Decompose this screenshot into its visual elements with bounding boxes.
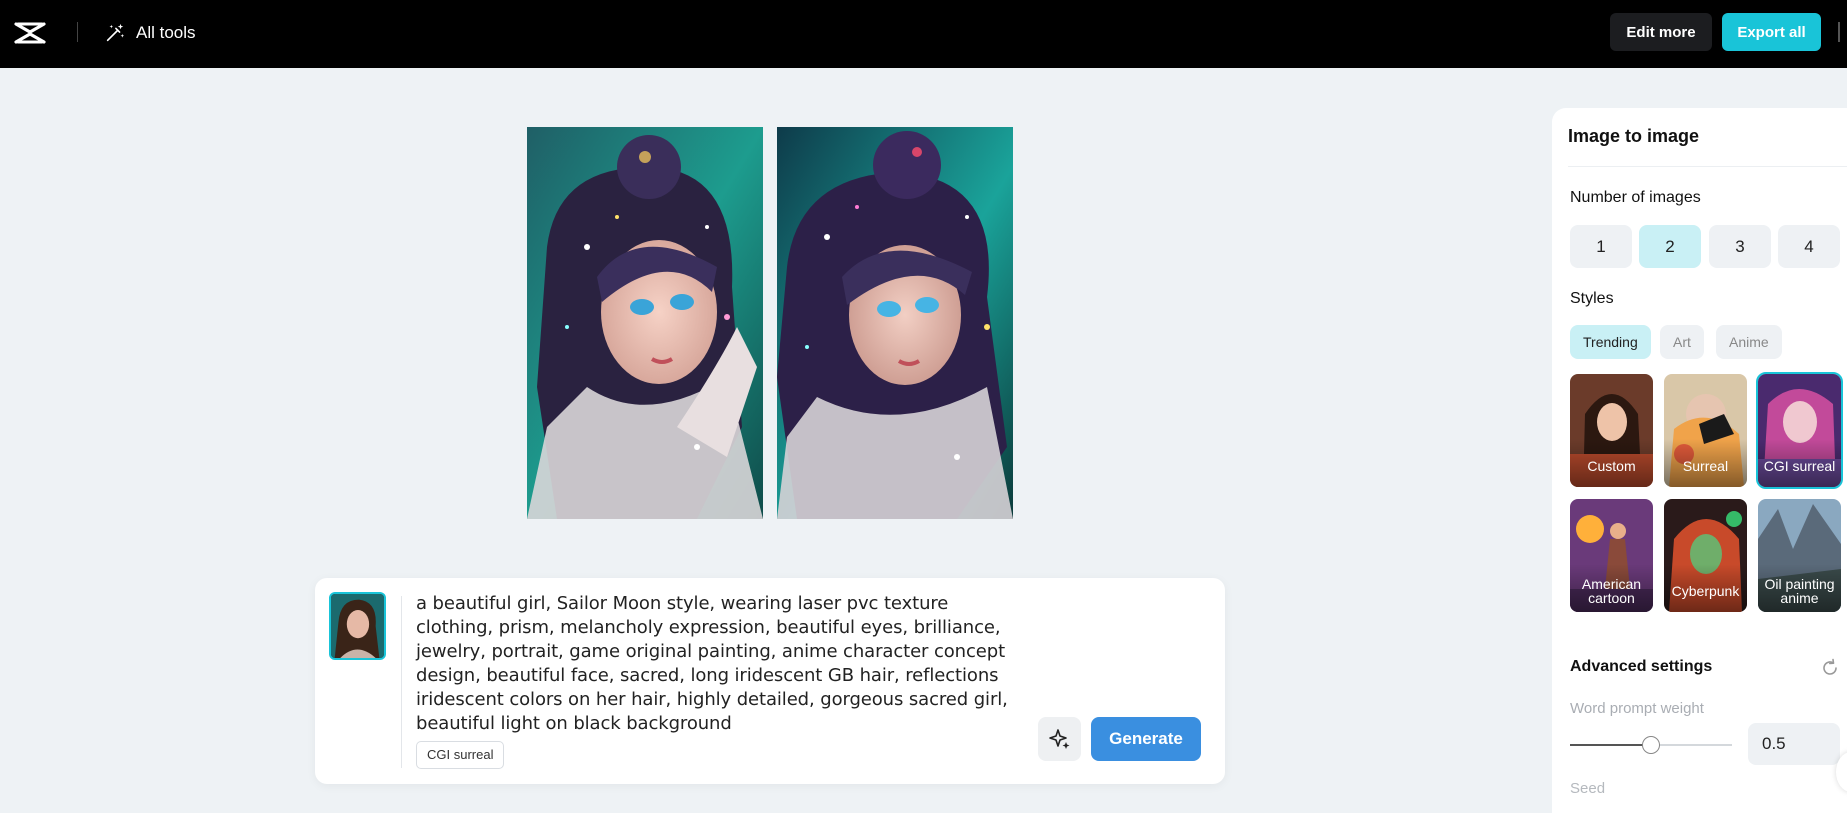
reference-image-thumbnail[interactable] (329, 592, 386, 660)
settings-panel: Image to image Number of images 1 2 3 4 … (1552, 108, 1847, 813)
magic-wand-icon (106, 23, 125, 42)
generated-image-2[interactable] (777, 127, 1013, 519)
all-tools-button[interactable]: All tools (104, 20, 196, 46)
topbar-edge-divider (1838, 22, 1840, 42)
word-prompt-weight-label: Word prompt weight (1570, 700, 1704, 717)
generate-button[interactable]: Generate (1091, 717, 1201, 761)
style-card-label: Surreal (1664, 439, 1747, 487)
number-of-images-label: Number of images (1570, 189, 1701, 206)
style-card-custom[interactable]: Custom (1570, 374, 1653, 487)
edit-more-button[interactable]: Edit more (1610, 13, 1712, 51)
style-card-label: Cyberpunk (1664, 564, 1747, 612)
slider-fill (1570, 744, 1651, 746)
reset-icon[interactable] (1820, 658, 1840, 678)
style-card-label: CGI surreal (1758, 439, 1841, 487)
style-tab-art[interactable]: Art (1660, 325, 1704, 359)
prompt-card: a beautiful girl, Sailor Moon style, wea… (315, 578, 1225, 784)
generated-image-1[interactable] (527, 127, 763, 519)
export-all-button[interactable]: Export all (1722, 13, 1821, 51)
num-images-option-1[interactable]: 1 (1570, 225, 1632, 268)
prompt-divider (401, 596, 402, 768)
selected-style-chip[interactable]: CGI surreal (416, 741, 505, 769)
style-card-label: Custom (1570, 439, 1653, 487)
word-prompt-weight-value[interactable]: 0.5 (1748, 723, 1840, 765)
style-card-label: Oil painting anime (1758, 564, 1841, 612)
capcut-logo-icon[interactable] (14, 20, 46, 46)
num-images-option-4[interactable]: 4 (1778, 225, 1840, 268)
style-card-surreal[interactable]: Surreal (1664, 374, 1747, 487)
prompt-textarea[interactable]: a beautiful girl, Sailor Moon style, wea… (416, 592, 1016, 736)
style-card-cgi-surreal[interactable]: CGI surreal (1756, 372, 1843, 489)
num-images-option-3[interactable]: 3 (1709, 225, 1771, 268)
sparkle-icon (1048, 729, 1069, 749)
num-images-option-2[interactable]: 2 (1639, 225, 1701, 268)
styles-label: Styles (1570, 290, 1614, 307)
prompt-enhance-button[interactable] (1038, 717, 1081, 761)
panel-title: Image to image (1568, 126, 1700, 146)
style-tab-trending[interactable]: Trending (1570, 325, 1651, 359)
style-card-oil-painting-anime[interactable]: Oil painting anime (1758, 499, 1841, 612)
style-card-cyberpunk[interactable]: Cyberpunk (1664, 499, 1747, 612)
style-card-american-cartoon[interactable]: American cartoon (1570, 499, 1653, 612)
all-tools-label: All tools (136, 23, 196, 42)
advanced-settings-label: Advanced settings (1570, 658, 1713, 675)
top-bar: All tools Edit more Export all (0, 0, 1847, 68)
slider-thumb[interactable] (1642, 736, 1660, 754)
word-prompt-weight-slider[interactable] (1570, 736, 1732, 754)
seed-label: Seed (1570, 780, 1606, 797)
topbar-divider (77, 22, 78, 42)
panel-separator (1568, 166, 1847, 167)
style-tab-anime[interactable]: Anime (1716, 325, 1782, 359)
style-card-label: American cartoon (1570, 564, 1653, 612)
